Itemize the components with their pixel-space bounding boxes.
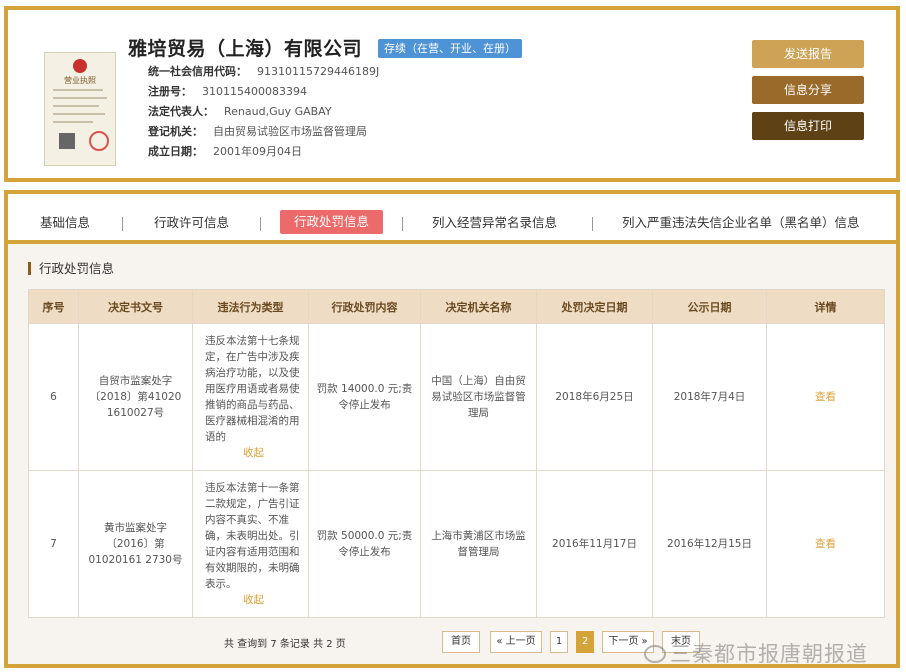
detail-cell: 查看 — [766, 470, 885, 618]
decision-date: 2018年6月25日 — [536, 323, 653, 471]
founded-date-value: 2001年09月04日 — [213, 145, 302, 158]
legal-rep-row: 法定代表人： Renaud,Guy GABAY — [148, 104, 332, 120]
main-panel: 基础信息 行政许可信息 行政处罚信息 列入经营异常名录信息 列入严重违法失信企业… — [4, 190, 900, 668]
watermark: 三秦都市报唐朝报道 — [644, 638, 868, 668]
violation-type: 违反本法第十一条第二款规定，广告引证内容不真实、不准确，未表明出处。引证内容有适… — [205, 482, 300, 590]
reg-authority-value: 自由贸易试验区市场监督管理局 — [213, 125, 367, 138]
emblem-icon — [73, 59, 87, 73]
col-header: 行政处罚内容 — [308, 289, 421, 324]
row-number: 7 — [28, 470, 79, 618]
penalty-content: 罚款 14000.0 元;责令停止发布 — [308, 323, 421, 471]
tab-blacklist[interactable]: 列入严重违法失信企业名单（黑名单）信息 — [622, 211, 860, 235]
tab-abnormal-list[interactable]: 列入经营异常名录信息 — [432, 211, 557, 235]
col-header: 决定机关名称 — [420, 289, 537, 324]
row-number: 6 — [28, 323, 79, 471]
authority-name: 中国（上海）自由贸易试验区市场监督管理局 — [420, 323, 537, 471]
business-license-image: 营业执照 — [44, 52, 116, 166]
decision-date: 2016年11月17日 — [536, 470, 653, 618]
table-header-row: 序号 决定书文号 违法行为类型 行政处罚内容 决定机关名称 处罚决定日期 公示日… — [28, 289, 885, 324]
qr-code-icon — [59, 133, 75, 149]
col-header: 详情 — [766, 289, 885, 324]
first-page-button[interactable]: 首页 — [442, 631, 480, 653]
tab-bar: 基础信息 行政许可信息 行政处罚信息 列入经营异常名录信息 列入严重违法失信企业… — [8, 194, 896, 244]
table-row: 6 自贸市监案处字〔2018〕第41020 1610027号 违反本法第十七条规… — [28, 323, 885, 471]
legal-rep-value: Renaud,Guy GABAY — [224, 105, 332, 118]
tab-basic-info[interactable]: 基础信息 — [40, 211, 90, 235]
view-detail-link[interactable]: 查看 — [815, 391, 836, 403]
send-report-button[interactable]: 发送报告 — [752, 40, 864, 68]
table-row: 7 黄市监案处字〔2016〕第01020161 2730号 违反本法第十一条第二… — [28, 470, 885, 618]
tab-admin-penalty[interactable]: 行政处罚信息 — [280, 210, 384, 234]
collapse-link[interactable]: 收起 — [205, 592, 302, 608]
prev-page-button[interactable]: « 上一页 — [490, 631, 542, 653]
col-header: 决定书文号 — [78, 289, 193, 324]
reg-number-row: 注册号： 310115400083394 — [148, 84, 307, 100]
violation-type-cell: 违反本法第十一条第二款规定，广告引证内容不真实、不准确，未表明出处。引证内容有适… — [192, 470, 309, 618]
tab-admin-license[interactable]: 行政许可信息 — [154, 211, 229, 235]
reg-authority-row: 登记机关： 自由贸易试验区市场监督管理局 — [148, 124, 367, 140]
decision-doc-number: 自贸市监案处字〔2018〕第41020 1610027号 — [78, 323, 193, 471]
credit-code-value: 91310115729446189J — [257, 65, 380, 78]
field-label: 法定代表人： — [148, 105, 214, 118]
reg-number-value: 310115400083394 — [202, 85, 307, 98]
penalty-content: 罚款 50000.0 元;责令停止发布 — [308, 470, 421, 618]
section-title: 行政处罚信息 — [28, 262, 114, 275]
field-label: 注册号： — [148, 85, 192, 98]
page-2-button[interactable]: 2 — [576, 631, 594, 653]
field-label: 登记机关： — [148, 125, 203, 138]
col-header: 序号 — [28, 289, 79, 324]
field-label: 统一社会信用代码： — [148, 65, 247, 78]
violation-type-cell: 违反本法第十七条规定，在广告中涉及疾病治疗功能，以及使用医疗用语或者易使推销的商… — [192, 323, 309, 471]
view-detail-link[interactable]: 查看 — [815, 538, 836, 550]
col-header: 违法行为类型 — [192, 289, 309, 324]
col-header: 公示日期 — [652, 289, 767, 324]
status-badge: 存续（在营、开业、在册） — [378, 39, 522, 58]
violation-type: 违反本法第十七条规定，在广告中涉及疾病治疗功能，以及使用医疗用语或者易使推销的商… — [205, 335, 300, 443]
col-header: 处罚决定日期 — [536, 289, 653, 324]
publish-date: 2016年12月15日 — [652, 470, 767, 618]
collapse-link[interactable]: 收起 — [205, 445, 302, 461]
publish-date: 2018年7月4日 — [652, 323, 767, 471]
page-1-button[interactable]: 1 — [550, 631, 568, 653]
pagination-summary: 共 查询到 7 条记录 共 2 页 — [224, 639, 346, 650]
credit-code-row: 统一社会信用代码： 91310115729446189J — [148, 64, 379, 80]
company-name: 雅培贸易（上海）有限公司 — [128, 38, 363, 60]
weibo-icon — [644, 645, 666, 663]
detail-cell: 查看 — [766, 323, 885, 471]
field-label: 成立日期： — [148, 145, 203, 158]
license-title: 营业执照 — [64, 76, 96, 85]
stamp-icon — [89, 131, 109, 151]
share-info-button[interactable]: 信息分享 — [752, 76, 864, 104]
decision-doc-number: 黄市监案处字〔2016〕第01020161 2730号 — [78, 470, 193, 618]
penalty-table: 序号 决定书文号 违法行为类型 行政处罚内容 决定机关名称 处罚决定日期 公示日… — [28, 289, 885, 618]
print-info-button[interactable]: 信息打印 — [752, 112, 864, 140]
watermark-text: 三秦都市报唐朝报道 — [670, 642, 868, 666]
authority-name: 上海市黄浦区市场监督管理局 — [420, 470, 537, 618]
founded-date-row: 成立日期： 2001年09月04日 — [148, 144, 302, 160]
